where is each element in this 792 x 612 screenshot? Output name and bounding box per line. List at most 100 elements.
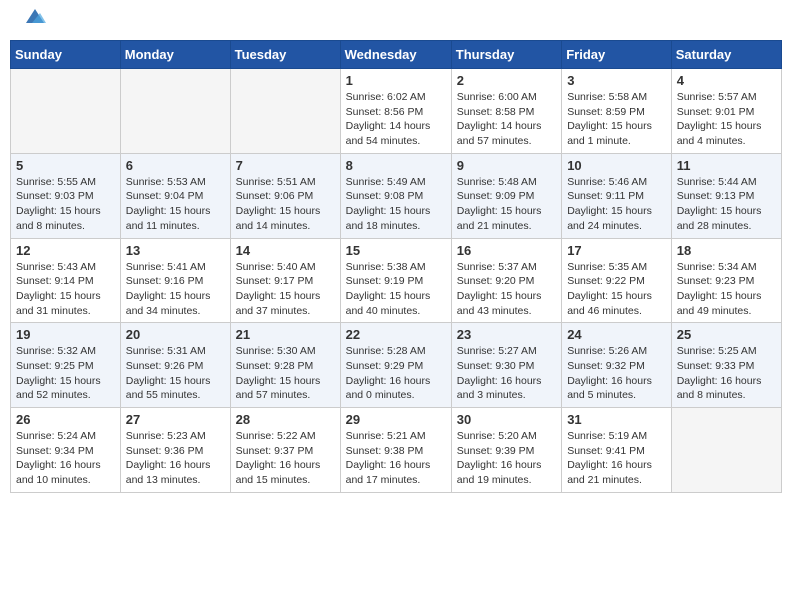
day-number: 2 bbox=[457, 73, 556, 88]
day-number: 6 bbox=[126, 158, 225, 173]
column-header-thursday: Thursday bbox=[451, 41, 561, 69]
cell-content: Sunrise: 5:22 AM Sunset: 9:37 PM Dayligh… bbox=[236, 429, 335, 488]
column-header-sunday: Sunday bbox=[11, 41, 121, 69]
page-header bbox=[10, 10, 782, 32]
day-number: 22 bbox=[346, 327, 446, 342]
cell-content: Sunrise: 5:53 AM Sunset: 9:04 PM Dayligh… bbox=[126, 175, 225, 234]
day-number: 15 bbox=[346, 243, 446, 258]
column-header-monday: Monday bbox=[120, 41, 230, 69]
calendar-cell: 19 Sunrise: 5:32 AM Sunset: 9:25 PM Dayli… bbox=[11, 323, 121, 408]
day-number: 27 bbox=[126, 412, 225, 427]
calendar-cell bbox=[671, 408, 781, 493]
calendar-cell: 12 Sunrise: 5:43 AM Sunset: 9:14 PM Dayli… bbox=[11, 238, 121, 323]
day-number: 13 bbox=[126, 243, 225, 258]
calendar-table: SundayMondayTuesdayWednesdayThursdayFrid… bbox=[10, 40, 782, 493]
calendar-week-row: 19 Sunrise: 5:32 AM Sunset: 9:25 PM Dayli… bbox=[11, 323, 782, 408]
cell-content: Sunrise: 5:37 AM Sunset: 9:20 PM Dayligh… bbox=[457, 260, 556, 319]
day-number: 18 bbox=[677, 243, 776, 258]
day-number: 8 bbox=[346, 158, 446, 173]
calendar-cell: 27 Sunrise: 5:23 AM Sunset: 9:36 PM Dayli… bbox=[120, 408, 230, 493]
column-header-wednesday: Wednesday bbox=[340, 41, 451, 69]
calendar-cell: 26 Sunrise: 5:24 AM Sunset: 9:34 PM Dayli… bbox=[11, 408, 121, 493]
day-number: 12 bbox=[16, 243, 115, 258]
calendar-week-row: 5 Sunrise: 5:55 AM Sunset: 9:03 PM Daylig… bbox=[11, 153, 782, 238]
column-header-friday: Friday bbox=[562, 41, 672, 69]
calendar-cell: 16 Sunrise: 5:37 AM Sunset: 9:20 PM Dayli… bbox=[451, 238, 561, 323]
day-number: 9 bbox=[457, 158, 556, 173]
calendar-cell: 30 Sunrise: 5:20 AM Sunset: 9:39 PM Dayli… bbox=[451, 408, 561, 493]
column-header-saturday: Saturday bbox=[671, 41, 781, 69]
cell-content: Sunrise: 5:32 AM Sunset: 9:25 PM Dayligh… bbox=[16, 344, 115, 403]
day-number: 26 bbox=[16, 412, 115, 427]
calendar-cell: 6 Sunrise: 5:53 AM Sunset: 9:04 PM Daylig… bbox=[120, 153, 230, 238]
calendar-cell: 2 Sunrise: 6:00 AM Sunset: 8:58 PM Daylig… bbox=[451, 69, 561, 154]
day-number: 29 bbox=[346, 412, 446, 427]
calendar-cell bbox=[230, 69, 340, 154]
day-number: 17 bbox=[567, 243, 666, 258]
cell-content: Sunrise: 5:35 AM Sunset: 9:22 PM Dayligh… bbox=[567, 260, 666, 319]
cell-content: Sunrise: 5:24 AM Sunset: 9:34 PM Dayligh… bbox=[16, 429, 115, 488]
cell-content: Sunrise: 5:57 AM Sunset: 9:01 PM Dayligh… bbox=[677, 90, 776, 149]
calendar-cell: 3 Sunrise: 5:58 AM Sunset: 8:59 PM Daylig… bbox=[562, 69, 672, 154]
calendar-week-row: 12 Sunrise: 5:43 AM Sunset: 9:14 PM Dayli… bbox=[11, 238, 782, 323]
calendar-cell: 9 Sunrise: 5:48 AM Sunset: 9:09 PM Daylig… bbox=[451, 153, 561, 238]
cell-content: Sunrise: 5:20 AM Sunset: 9:39 PM Dayligh… bbox=[457, 429, 556, 488]
cell-content: Sunrise: 5:58 AM Sunset: 8:59 PM Dayligh… bbox=[567, 90, 666, 149]
cell-content: Sunrise: 5:21 AM Sunset: 9:38 PM Dayligh… bbox=[346, 429, 446, 488]
day-number: 30 bbox=[457, 412, 556, 427]
calendar-cell: 1Sunrise: 6:02 AM Sunset: 8:56 PM Daylig… bbox=[340, 69, 451, 154]
calendar-cell: 13 Sunrise: 5:41 AM Sunset: 9:16 PM Dayli… bbox=[120, 238, 230, 323]
day-number: 5 bbox=[16, 158, 115, 173]
cell-content: Sunrise: 5:34 AM Sunset: 9:23 PM Dayligh… bbox=[677, 260, 776, 319]
calendar-cell: 23 Sunrise: 5:27 AM Sunset: 9:30 PM Dayli… bbox=[451, 323, 561, 408]
day-number: 1 bbox=[346, 73, 446, 88]
cell-content: Sunrise: 6:00 AM Sunset: 8:58 PM Dayligh… bbox=[457, 90, 556, 149]
cell-content: Sunrise: 5:55 AM Sunset: 9:03 PM Dayligh… bbox=[16, 175, 115, 234]
day-number: 23 bbox=[457, 327, 556, 342]
cell-content: Sunrise: 5:49 AM Sunset: 9:08 PM Dayligh… bbox=[346, 175, 446, 234]
day-number: 24 bbox=[567, 327, 666, 342]
cell-content: Sunrise: 5:51 AM Sunset: 9:06 PM Dayligh… bbox=[236, 175, 335, 234]
cell-content: Sunrise: 5:25 AM Sunset: 9:33 PM Dayligh… bbox=[677, 344, 776, 403]
day-number: 19 bbox=[16, 327, 115, 342]
day-number: 10 bbox=[567, 158, 666, 173]
calendar-cell: 21 Sunrise: 5:30 AM Sunset: 9:28 PM Dayli… bbox=[230, 323, 340, 408]
cell-content: Sunrise: 5:48 AM Sunset: 9:09 PM Dayligh… bbox=[457, 175, 556, 234]
cell-content: Sunrise: 5:30 AM Sunset: 9:28 PM Dayligh… bbox=[236, 344, 335, 403]
day-number: 21 bbox=[236, 327, 335, 342]
calendar-cell: 14Sunrise: 5:40 AM Sunset: 9:17 PM Dayli… bbox=[230, 238, 340, 323]
cell-content: Sunrise: 5:26 AM Sunset: 9:32 PM Dayligh… bbox=[567, 344, 666, 403]
cell-content: Sunrise: 5:38 AM Sunset: 9:19 PM Dayligh… bbox=[346, 260, 446, 319]
calendar-cell: 15 Sunrise: 5:38 AM Sunset: 9:19 PM Dayli… bbox=[340, 238, 451, 323]
day-number: 20 bbox=[126, 327, 225, 342]
day-number: 25 bbox=[677, 327, 776, 342]
cell-content: Sunrise: 5:28 AM Sunset: 9:29 PM Dayligh… bbox=[346, 344, 446, 403]
day-number: 28 bbox=[236, 412, 335, 427]
calendar-cell: 31 Sunrise: 5:19 AM Sunset: 9:41 PM Dayli… bbox=[562, 408, 672, 493]
calendar-cell: 7 Sunrise: 5:51 AM Sunset: 9:06 PM Daylig… bbox=[230, 153, 340, 238]
calendar-cell bbox=[120, 69, 230, 154]
calendar-cell: 10 Sunrise: 5:46 AM Sunset: 9:11 PM Dayli… bbox=[562, 153, 672, 238]
cell-content: Sunrise: 5:40 AM Sunset: 9:17 PM Dayligh… bbox=[236, 260, 335, 319]
calendar-cell: 17 Sunrise: 5:35 AM Sunset: 9:22 PM Dayli… bbox=[562, 238, 672, 323]
day-number: 3 bbox=[567, 73, 666, 88]
calendar-cell: 20 Sunrise: 5:31 AM Sunset: 9:26 PM Dayli… bbox=[120, 323, 230, 408]
calendar-cell: 11Sunrise: 5:44 AM Sunset: 9:13 PM Dayli… bbox=[671, 153, 781, 238]
day-number: 31 bbox=[567, 412, 666, 427]
cell-content: Sunrise: 5:19 AM Sunset: 9:41 PM Dayligh… bbox=[567, 429, 666, 488]
cell-content: Sunrise: 5:23 AM Sunset: 9:36 PM Dayligh… bbox=[126, 429, 225, 488]
cell-content: Sunrise: 5:46 AM Sunset: 9:11 PM Dayligh… bbox=[567, 175, 666, 234]
cell-content: Sunrise: 5:27 AM Sunset: 9:30 PM Dayligh… bbox=[457, 344, 556, 403]
cell-content: Sunrise: 5:43 AM Sunset: 9:14 PM Dayligh… bbox=[16, 260, 115, 319]
cell-content: Sunrise: 5:31 AM Sunset: 9:26 PM Dayligh… bbox=[126, 344, 225, 403]
day-number: 16 bbox=[457, 243, 556, 258]
day-number: 11 bbox=[677, 158, 776, 173]
calendar-cell: 18 Sunrise: 5:34 AM Sunset: 9:23 PM Dayli… bbox=[671, 238, 781, 323]
cell-content: Sunrise: 5:41 AM Sunset: 9:16 PM Dayligh… bbox=[126, 260, 225, 319]
calendar-cell: 24 Sunrise: 5:26 AM Sunset: 9:32 PM Dayli… bbox=[562, 323, 672, 408]
day-number: 7 bbox=[236, 158, 335, 173]
calendar-cell: 28 Sunrise: 5:22 AM Sunset: 9:37 PM Dayli… bbox=[230, 408, 340, 493]
calendar-cell: 5 Sunrise: 5:55 AM Sunset: 9:03 PM Daylig… bbox=[11, 153, 121, 238]
calendar-week-row: 26 Sunrise: 5:24 AM Sunset: 9:34 PM Dayli… bbox=[11, 408, 782, 493]
calendar-cell: 4Sunrise: 5:57 AM Sunset: 9:01 PM Daylig… bbox=[671, 69, 781, 154]
